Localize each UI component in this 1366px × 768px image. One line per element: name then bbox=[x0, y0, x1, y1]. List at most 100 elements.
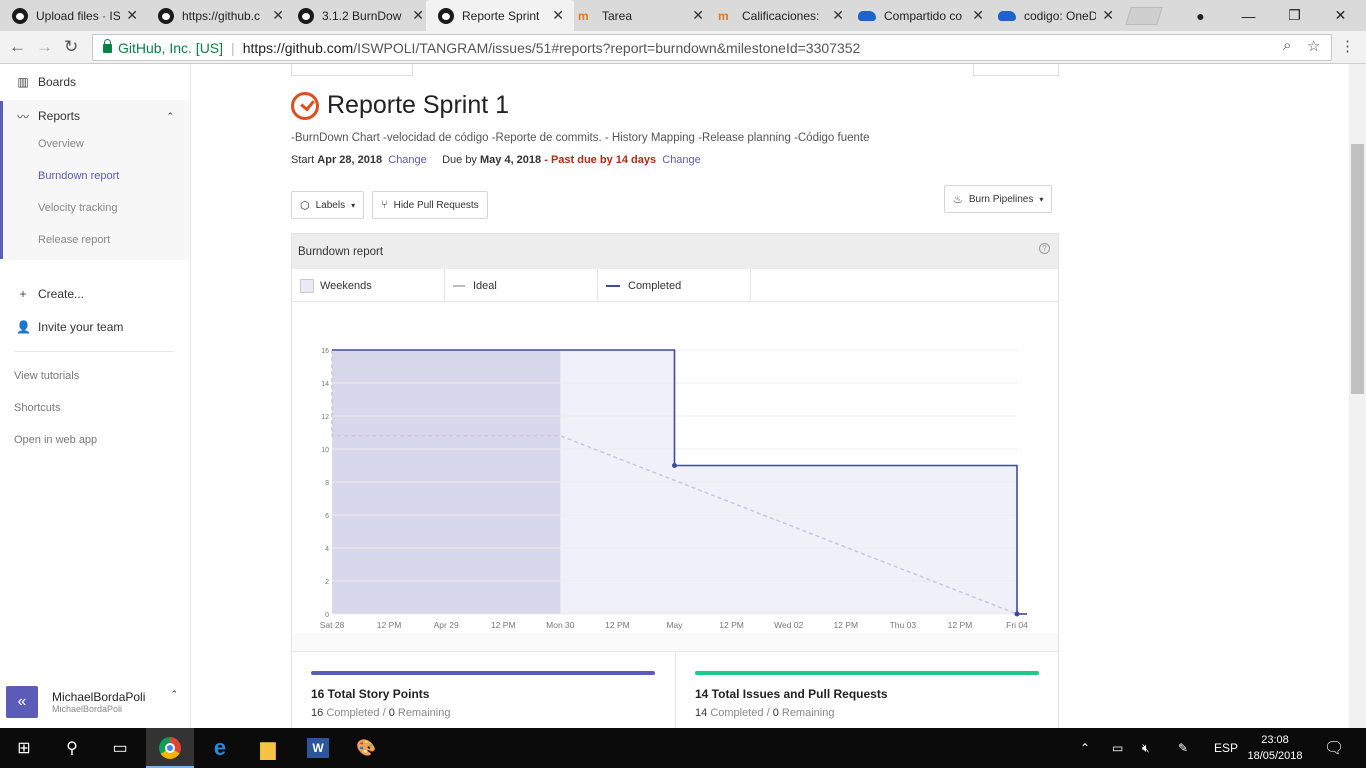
profile-icon[interactable]: ● bbox=[1178, 0, 1223, 31]
hide-pull-requests-button[interactable]: ⑂ Hide Pull Requests bbox=[372, 191, 488, 219]
windows-taskbar: ⊞ ⚲ ▭ e ▆ W 🎨 ⌃ ▭ 🔇︎ ✎ ESP 23:08 18/05/2… bbox=[0, 728, 1366, 768]
new-tab-button[interactable] bbox=[1125, 7, 1163, 25]
close-icon[interactable]: ✕ bbox=[692, 7, 704, 24]
close-icon[interactable]: ✕ bbox=[1102, 7, 1114, 24]
security-label: GitHub, Inc. [US] bbox=[118, 39, 224, 56]
ideal-swatch bbox=[453, 284, 465, 287]
invite-team-button[interactable]: 👤 Invite your team bbox=[0, 312, 190, 342]
chevron-up-icon[interactable]: ⌃ bbox=[166, 111, 174, 122]
reports-icon: 〰 bbox=[16, 109, 29, 124]
url-field[interactable]: GitHub, Inc. [US] | https://github.com/I… bbox=[92, 34, 1332, 61]
reload-icon[interactable]: ↻ bbox=[64, 37, 78, 57]
zenhub-sidebar: ▥ Boards 〰 Reports ⌃ Overview Burndown r… bbox=[0, 64, 191, 728]
x-tick-label: Fri 04 bbox=[1006, 620, 1028, 630]
view-tutorials-link[interactable]: View tutorials bbox=[14, 370, 79, 382]
taskbar-time: 23:08 bbox=[1261, 734, 1289, 746]
browser-tab[interactable]: https://github.c ✕ bbox=[146, 0, 294, 31]
close-icon[interactable]: ✕ bbox=[832, 7, 844, 24]
help-icon[interactable]: ? bbox=[1039, 243, 1050, 254]
burn-pipelines-button[interactable]: ♨ Burn Pipelines ▾ bbox=[944, 185, 1053, 213]
close-icon[interactable]: ✕ bbox=[126, 7, 138, 24]
change-due-link[interactable]: Change bbox=[662, 154, 701, 166]
x-tick-label: Thu 03 bbox=[890, 620, 917, 630]
pen-icon[interactable]: ✎ bbox=[1178, 728, 1188, 768]
edge-taskbar-icon[interactable]: e bbox=[196, 728, 244, 768]
sidebar-item-overview[interactable]: Overview bbox=[38, 138, 84, 150]
sidebar-item-release-report[interactable]: Release report bbox=[38, 234, 110, 246]
legend-completed[interactable]: Completed bbox=[598, 269, 751, 302]
minimize-icon[interactable]: — bbox=[1226, 0, 1271, 31]
close-window-icon[interactable]: ✕ bbox=[1318, 0, 1363, 31]
sidebar-item-reports[interactable]: 〰 Reports ⌃ bbox=[0, 101, 190, 131]
sidebar-item-boards[interactable]: ▥ Boards bbox=[0, 67, 190, 97]
pull-request-icon: ⑂ bbox=[381, 199, 388, 211]
tab-title: Upload files · IS bbox=[36, 8, 121, 23]
paint-taskbar-icon[interactable]: 🎨 bbox=[342, 728, 390, 768]
browser-tab-active[interactable]: Reporte Sprint ✕ bbox=[426, 0, 574, 31]
input-language[interactable]: ESP bbox=[1214, 728, 1238, 768]
browser-tab[interactable]: 3.1.2 BurnDow ✕ bbox=[286, 0, 434, 31]
browser-tab[interactable]: codigo: OneDri ✕ bbox=[986, 0, 1124, 31]
tab-title: codigo: OneDri bbox=[1024, 8, 1097, 23]
tab-title: Reporte Sprint bbox=[462, 8, 540, 23]
y-tick-label: 2 bbox=[325, 579, 329, 586]
create-button[interactable]: + Create... bbox=[0, 279, 190, 309]
story-points-breakdown: 16 Completed / 0 Remaining bbox=[311, 707, 451, 719]
chrome-taskbar-icon[interactable] bbox=[146, 728, 194, 768]
forward-icon[interactable]: → bbox=[36, 37, 53, 57]
collapse-sidebar-button[interactable]: « bbox=[6, 685, 38, 718]
word-taskbar-icon[interactable]: W bbox=[294, 728, 342, 768]
restore-icon[interactable]: ❐ bbox=[1272, 0, 1317, 31]
battery-icon[interactable]: ▭ bbox=[1112, 728, 1123, 768]
labels-filter-button[interactable]: ⬡ Labels ▾ bbox=[291, 191, 365, 219]
y-tick-label: 10 bbox=[321, 447, 329, 454]
bookmark-star-icon[interactable]: ☆ bbox=[1307, 37, 1320, 55]
issues-bar bbox=[695, 671, 1039, 675]
browser-tab-strip: Upload files · IS ✕ https://github.c ✕ 3… bbox=[0, 0, 1366, 31]
milestone-dates: Start Apr 28, 2018 Change Due by May 4, … bbox=[291, 154, 701, 166]
legend-weekends[interactable]: Weekends bbox=[292, 269, 445, 302]
close-icon[interactable]: ✕ bbox=[972, 7, 984, 24]
github-icon bbox=[158, 7, 174, 24]
report-header: Burndown report ? bbox=[292, 234, 1058, 269]
shortcuts-link[interactable]: Shortcuts bbox=[14, 402, 60, 414]
search-icon[interactable]: ⚲ bbox=[48, 728, 96, 768]
browser-tab[interactable]: Compartido co ✕ bbox=[846, 0, 994, 31]
close-icon[interactable]: ✕ bbox=[412, 7, 424, 24]
flame-icon: ♨ bbox=[953, 193, 963, 206]
notifications-icon[interactable]: 🗨︎ bbox=[1324, 728, 1344, 768]
page-scrollbar[interactable] bbox=[1349, 64, 1366, 728]
add-user-icon: 👤 bbox=[16, 320, 31, 334]
y-tick-label: 12 bbox=[321, 414, 329, 421]
browser-tab[interactable]: m Tarea ✕ bbox=[566, 0, 714, 31]
change-start-link[interactable]: Change bbox=[388, 154, 427, 166]
scrollbar-thumb[interactable] bbox=[1351, 144, 1364, 394]
user-name: MichaelBordaPoli bbox=[52, 689, 146, 704]
issues-total: 14 Total Issues and Pull Requests bbox=[695, 687, 888, 701]
chart-legend: Weekends Ideal Completed bbox=[292, 269, 1058, 302]
taskbar-date: 18/05/2018 bbox=[1247, 750, 1303, 762]
chevron-up-icon[interactable]: ⌃ bbox=[170, 689, 178, 700]
close-icon[interactable]: ✕ bbox=[552, 7, 564, 24]
close-icon[interactable]: ✕ bbox=[272, 7, 284, 24]
browser-tab[interactable]: Upload files · IS ✕ bbox=[0, 0, 148, 31]
onedrive-icon bbox=[998, 10, 1016, 21]
file-explorer-icon[interactable]: ▆ bbox=[244, 728, 292, 768]
volume-muted-icon[interactable]: 🔇︎ bbox=[1142, 728, 1150, 768]
user-menu[interactable]: « MichaelBordaPoli MichaelBordaPoli ⌃ bbox=[0, 675, 190, 728]
open-web-app-link[interactable]: Open in web app bbox=[14, 434, 97, 446]
sidebar-item-velocity-tracking[interactable]: Velocity tracking bbox=[38, 202, 117, 214]
start-icon[interactable]: ⊞ bbox=[0, 728, 48, 768]
x-tick-label: 12 PM bbox=[948, 620, 973, 630]
sidebar-item-burndown-report[interactable]: Burndown report bbox=[38, 170, 119, 182]
back-icon[interactable]: ← bbox=[9, 37, 26, 57]
zoom-icon[interactable]: ⌕ bbox=[1283, 37, 1291, 54]
milestone-clock-icon bbox=[291, 91, 319, 120]
browser-tab[interactable]: m Calificaciones: ✕ bbox=[706, 0, 854, 31]
legend-ideal[interactable]: Ideal bbox=[445, 269, 598, 302]
show-hidden-icons[interactable]: ⌃ bbox=[1080, 728, 1090, 768]
task-view-icon[interactable]: ▭ bbox=[96, 728, 144, 768]
menu-icon[interactable]: ⋮ bbox=[1340, 37, 1355, 55]
y-tick-label: 0 bbox=[325, 612, 329, 619]
taskbar-clock[interactable]: 23:08 18/05/2018 bbox=[1240, 732, 1310, 764]
